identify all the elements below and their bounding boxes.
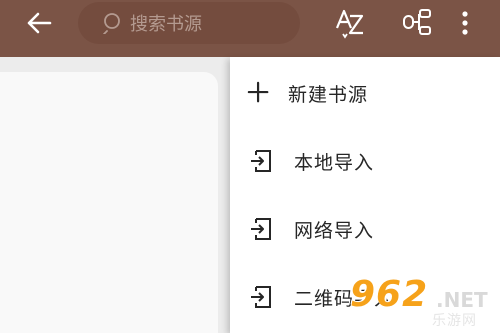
group-button[interactable] xyxy=(400,6,436,40)
watermark-logo: 962 xyxy=(350,274,429,315)
import-icon xyxy=(251,150,271,172)
menu-item-network-import[interactable]: 网络导入 xyxy=(230,195,500,261)
menu-item-new-source[interactable]: 新建书源 xyxy=(230,59,500,125)
app-bar: 搜索书源 xyxy=(0,0,500,57)
search-icon xyxy=(103,12,123,34)
back-button[interactable] xyxy=(22,8,56,38)
arrow-left-icon xyxy=(27,12,52,34)
import-icon xyxy=(251,218,271,240)
menu-item-local-import[interactable]: 本地导入 xyxy=(230,127,500,193)
menu-item-label: 网络导入 xyxy=(294,220,375,242)
group-icon xyxy=(403,9,431,35)
watermark-site: 乐游网 xyxy=(432,313,477,329)
search-placeholder: 搜索书源 xyxy=(130,14,202,35)
sort-button[interactable] xyxy=(333,6,367,40)
more-vert-icon xyxy=(462,11,468,35)
watermark-net: .NET xyxy=(436,288,488,312)
import-icon xyxy=(251,286,271,308)
watermark: 962 .NET 乐游网 xyxy=(332,272,500,333)
plus-icon xyxy=(247,81,269,103)
menu-item-label: 本地导入 xyxy=(294,152,375,174)
sort-az-icon xyxy=(335,9,364,39)
search-input[interactable]: 搜索书源 xyxy=(78,2,300,44)
more-options-button[interactable] xyxy=(452,6,478,40)
source-list-card xyxy=(0,72,218,333)
menu-item-label: 新建书源 xyxy=(288,84,369,106)
